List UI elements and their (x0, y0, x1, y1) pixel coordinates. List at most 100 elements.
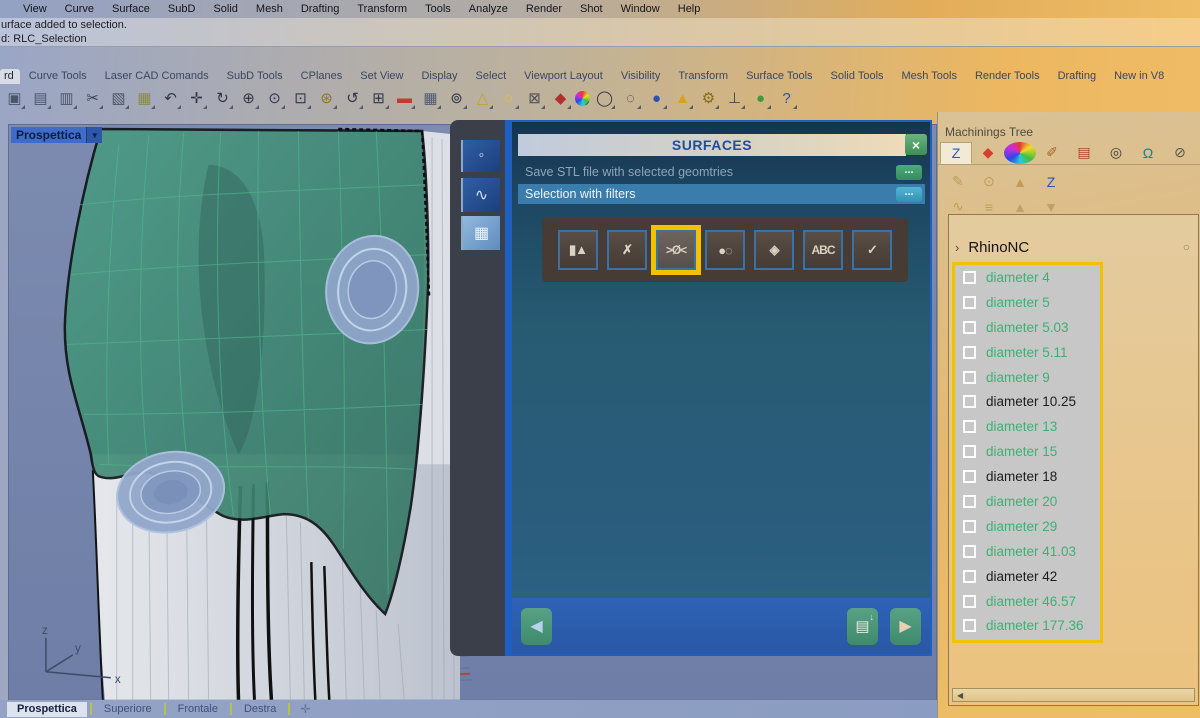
copy-icon[interactable]: ▧ (107, 87, 130, 110)
viewport-tab-prospettica[interactable]: Prospettica (6, 701, 88, 717)
print-icon[interactable]: ▤ (29, 87, 52, 110)
help-icon[interactable]: ? (775, 87, 798, 110)
diameter-checkbox[interactable] (963, 371, 976, 384)
tree-root-row[interactable]: › RhinoNC ○ (949, 236, 1198, 258)
diameter-row[interactable]: diameter 20 (955, 489, 1100, 514)
upload-machining-icon[interactable]: ▲ (1010, 174, 1030, 190)
diameter-row[interactable]: diameter 5 (955, 290, 1100, 315)
name-filter-icon[interactable]: ABC (803, 230, 843, 270)
export-icon[interactable]: ▥ (55, 87, 78, 110)
pan-icon[interactable]: ✛ (185, 87, 208, 110)
back-button[interactable]: ◀ (521, 608, 552, 645)
group-tab-rd[interactable]: rd (0, 69, 20, 84)
group-tab-surface-tools[interactable]: Surface Tools (737, 69, 821, 84)
color-wheel-icon[interactable]: ● (575, 91, 590, 106)
viewport-dropdown-icon[interactable]: ▼ (86, 127, 102, 143)
diameter-checkbox[interactable] (963, 346, 976, 359)
group-tab-set-view[interactable]: Set View (351, 69, 412, 84)
menu-item-shot[interactable]: Shot (571, 3, 612, 15)
group-tab-new-in-v8[interactable]: New in V8 (1105, 69, 1173, 84)
menu-item-window[interactable]: Window (612, 3, 669, 15)
option-more-button[interactable]: ... (896, 187, 922, 202)
group-tab-viewport-layout[interactable]: Viewport Layout (515, 69, 612, 84)
layer-filter-icon[interactable]: ◈ (754, 230, 794, 270)
rhinonc-run-icon[interactable]: Z (1041, 174, 1061, 190)
export-button[interactable]: ▤ ↓ (847, 608, 878, 645)
group-tab-render-tools[interactable]: Render Tools (966, 69, 1049, 84)
group-tab-select[interactable]: Select (467, 69, 516, 84)
diameter-checkbox[interactable] (963, 271, 976, 284)
horizontal-scrollbar[interactable]: ◀ (952, 688, 1195, 702)
menu-item-surface[interactable]: Surface (103, 3, 159, 15)
menu-item-help[interactable]: Help (669, 3, 710, 15)
diameter-checkbox[interactable] (963, 570, 976, 583)
group-tab-drafting[interactable]: Drafting (1049, 69, 1106, 84)
next-button[interactable]: ▶ (890, 608, 921, 645)
diameter-checkbox[interactable] (963, 445, 976, 458)
confirm-filter-icon[interactable]: ✓ (852, 230, 892, 270)
move-down-icon[interactable]: ▼ (1041, 199, 1061, 215)
diameter-row[interactable]: diameter 5.03 (955, 315, 1100, 340)
sheet-edit-icon[interactable]: ▤ (1068, 142, 1100, 164)
viewport-tab-superiore[interactable]: Superiore (94, 702, 162, 717)
shield-icon[interactable]: ◆ (549, 87, 572, 110)
group-tab-subd-tools[interactable]: SubD Tools (218, 69, 292, 84)
color-filter-icon[interactable]: ●◌ (705, 230, 745, 270)
dialog-option-1[interactable]: Save STL file with selected geomtries... (518, 162, 925, 182)
sphere-dashed-icon[interactable]: ◌ (619, 87, 642, 110)
group-tab-display[interactable]: Display (412, 69, 466, 84)
menu-item-render[interactable]: Render (517, 3, 571, 15)
brush-icon[interactable]: ✐ (1036, 142, 1068, 164)
curve-tool-icon[interactable]: ∿ (461, 178, 500, 212)
zoom-window-icon[interactable]: ⊡ (289, 87, 312, 110)
globe-icon[interactable]: ● (749, 87, 772, 110)
selection-filter-icon[interactable]: △ (471, 87, 494, 110)
diameter-row[interactable]: diameter 46.57 (955, 589, 1100, 614)
diameter-row[interactable]: diameter 5.11 (955, 340, 1100, 365)
rhinonc-logo-icon[interactable]: Z (940, 142, 972, 164)
menu-item-subd[interactable]: SubD (159, 3, 205, 15)
split-pane-icon[interactable]: ✛ (292, 702, 318, 716)
group-tab-cplanes[interactable]: CPlanes (292, 69, 352, 84)
diameter-checkbox[interactable] (963, 296, 976, 309)
layers-tool-icon[interactable]: ≡ (979, 199, 999, 215)
undo-view-icon[interactable]: ↺ (341, 87, 364, 110)
cone-icon[interactable]: ▲ (671, 87, 694, 110)
save-icon[interactable]: ▣ (3, 87, 26, 110)
rotate-view-icon[interactable]: ↻ (211, 87, 234, 110)
expander-icon[interactable]: › (955, 240, 959, 255)
diameter-row[interactable]: diameter 15 (955, 439, 1100, 464)
edit-machining-icon[interactable]: ✎ (948, 173, 968, 190)
scroll-left-icon[interactable]: ◀ (957, 691, 963, 700)
group-tab-mesh-tools[interactable]: Mesh Tools (893, 69, 966, 84)
option-more-button[interactable]: ... (896, 165, 922, 180)
menu-item-transform[interactable]: Transform (348, 3, 416, 15)
dialog-option-2[interactable]: Selection with filters... (518, 184, 925, 204)
menu-item-analyze[interactable]: Analyze (460, 3, 517, 15)
cylinder-icon[interactable]: ⊘ (1164, 142, 1196, 164)
viewport-tab-destra[interactable]: Destra (234, 702, 286, 717)
menu-item-mesh[interactable]: Mesh (247, 3, 292, 15)
lightbulb-icon[interactable]: ○ (1183, 240, 1190, 254)
cplane-icon[interactable]: ▦ (419, 87, 442, 110)
diameter-row[interactable]: diameter 42 (955, 564, 1100, 589)
paste-icon[interactable]: ▦ (133, 87, 156, 110)
dialog-close-button[interactable]: × (905, 134, 927, 155)
group-tab-solid-tools[interactable]: Solid Tools (822, 69, 893, 84)
diameter-row[interactable]: diameter 41.03 (955, 539, 1100, 564)
zoom-dynamic-icon[interactable]: ⊙ (263, 87, 286, 110)
menu-item-view[interactable]: View (14, 3, 56, 15)
diameter-checkbox[interactable] (963, 470, 976, 483)
point-tool-icon[interactable]: ◦ (461, 140, 500, 172)
viewport-tab-frontale[interactable]: Frontale (168, 702, 228, 717)
shield-flag-icon[interactable]: ◆ (972, 142, 1004, 164)
dimension-icon[interactable]: ⊥ (723, 87, 746, 110)
tree-root-label[interactable]: RhinoNC (968, 239, 1029, 256)
group-tab-curve-tools[interactable]: Curve Tools (20, 69, 96, 84)
diameter-checkbox[interactable] (963, 545, 976, 558)
menu-item-curve[interactable]: Curve (56, 3, 103, 15)
gears-icon[interactable]: ⚙ (697, 87, 720, 110)
geometry-type-filter-icon[interactable]: ▮▲ (558, 230, 598, 270)
group-tab-transform[interactable]: Transform (669, 69, 737, 84)
diameter-filter-icon[interactable]: >Ø< (656, 230, 696, 270)
